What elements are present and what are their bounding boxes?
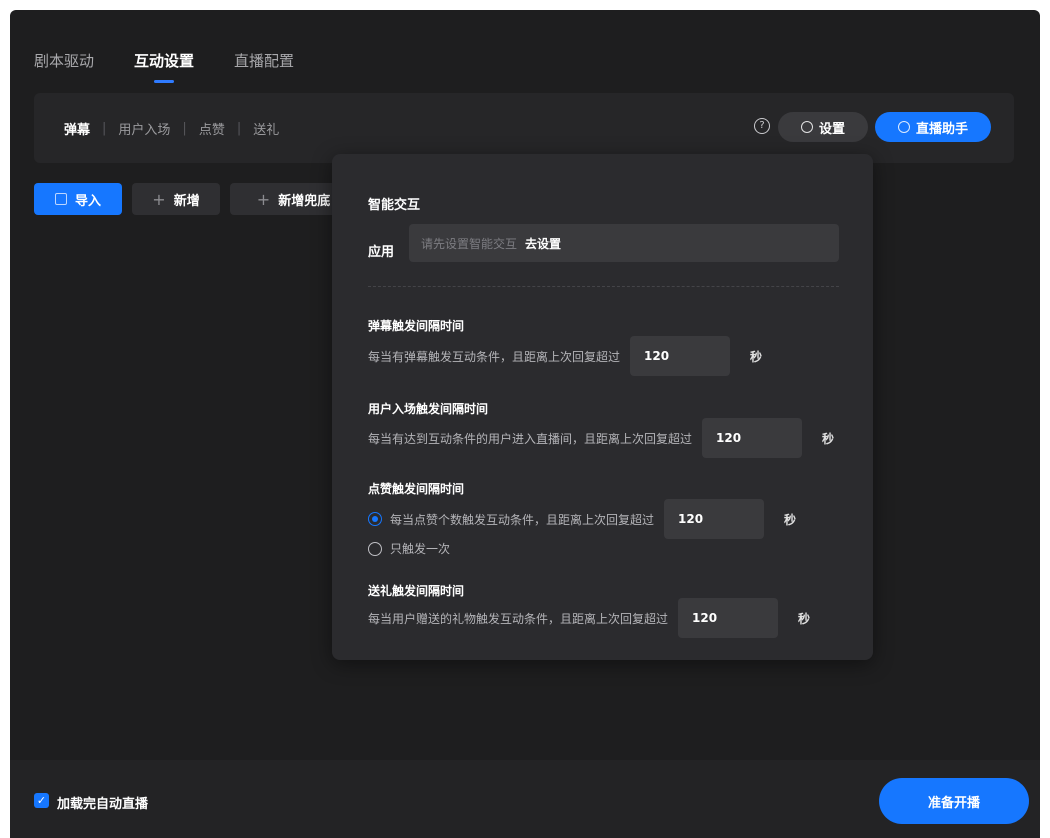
- gear-icon: [897, 121, 910, 133]
- import-icon: [54, 193, 67, 205]
- gear-icon: [800, 121, 813, 133]
- divider: |: [182, 121, 187, 136]
- subtab-like[interactable]: 点赞: [199, 119, 225, 138]
- tab-script-driven[interactable]: 剧本驱动: [34, 50, 94, 71]
- danmu-interval-title: 弹幕触发间隔时间: [368, 319, 465, 333]
- auto-live-label[interactable]: 加载完自动直播: [57, 793, 148, 812]
- like-option-once: 只触发一次: [368, 540, 450, 557]
- panel-title: 智能交互: [368, 198, 421, 213]
- tab-interaction-settings[interactable]: 互动设置: [134, 50, 194, 83]
- live-assistant-button[interactable]: 直播助手: [875, 112, 991, 142]
- footer-bar: ✓ 加载完自动直播 准备开播: [10, 760, 1040, 838]
- like-option-once-label: 只触发一次: [390, 542, 451, 556]
- divider: [368, 286, 839, 287]
- radio-like-interval[interactable]: [368, 512, 382, 526]
- like-interval-title: 点赞触发间隔时间: [368, 482, 465, 496]
- start-live-button[interactable]: 准备开播: [879, 778, 1029, 824]
- danmu-interval-desc: 每当有弹幕触发互动条件，且距离上次回复超过: [368, 349, 621, 364]
- entry-interval-title: 用户入场触发间隔时间: [368, 402, 489, 416]
- gift-interval-unit: 秒: [798, 611, 811, 626]
- like-option-interval-label: 每当点赞个数触发互动条件，且距离上次回复超过: [390, 512, 655, 527]
- entry-interval-unit: 秒: [822, 431, 835, 446]
- interaction-settings-popover: 智能交互 应用 请先设置智能交互 去设置 弹幕触发间隔时间 每当有弹幕触发互动条…: [332, 154, 873, 660]
- auto-live-checkbox[interactable]: ✓: [34, 793, 49, 808]
- gift-interval-input[interactable]: 120: [678, 598, 779, 638]
- apply-field[interactable]: 请先设置智能交互 去设置: [409, 224, 839, 262]
- danmu-interval-input[interactable]: 120: [630, 336, 731, 376]
- tab-live-config[interactable]: 直播配置: [234, 50, 294, 71]
- gift-interval-desc: 每当用户赠送的礼物触发互动条件，且距离上次回复超过: [368, 611, 669, 626]
- app-window: 剧本驱动 互动设置 直播配置 弹幕 | 用户入场 | 点赞 | 送礼 ? 设置 …: [10, 10, 1040, 838]
- action-bar: 导入 + 新增 + 新增兜底（: [34, 183, 370, 215]
- divider: |: [102, 121, 107, 136]
- add-button[interactable]: + 新增: [132, 183, 220, 215]
- plus-icon: +: [256, 189, 271, 209]
- sub-tab-bar: 弹幕 | 用户入场 | 点赞 | 送礼 ? 设置 直播助手: [34, 93, 1014, 163]
- danmu-interval-row: 每当有弹幕触发互动条件，且距离上次回复超过 120 秒: [368, 336, 762, 376]
- gift-interval-title: 送礼触发间隔时间: [368, 584, 465, 598]
- import-button[interactable]: 导入: [34, 183, 122, 215]
- entry-interval-desc: 每当有达到互动条件的用户进入直播间，且距离上次回复超过: [368, 431, 693, 446]
- subtab-gift[interactable]: 送礼: [253, 119, 279, 138]
- radio-like-once[interactable]: [368, 541, 382, 556]
- add-label: 新增: [173, 193, 200, 209]
- entry-interval-input[interactable]: 120: [702, 418, 803, 458]
- apply-placeholder: 请先设置智能交互: [421, 236, 518, 251]
- like-option-interval: 每当点赞个数触发互动条件，且距离上次回复超过 120 秒: [368, 499, 796, 539]
- live-assistant-label: 直播助手: [915, 121, 968, 137]
- settings-button[interactable]: 设置: [778, 112, 868, 142]
- gift-interval-row: 每当用户赠送的礼物触发互动条件，且距离上次回复超过 120 秒: [368, 598, 810, 638]
- plus-icon: +: [152, 189, 166, 209]
- subtab-user-entry[interactable]: 用户入场: [118, 119, 170, 138]
- subtab-danmu[interactable]: 弹幕: [64, 119, 90, 138]
- apply-label: 应用: [368, 245, 395, 260]
- like-interval-input[interactable]: 120: [664, 499, 765, 539]
- entry-interval-row: 每当有达到互动条件的用户进入直播间，且距离上次回复超过 120 秒: [368, 418, 834, 458]
- help-icon[interactable]: ?: [754, 118, 770, 134]
- go-settings-link[interactable]: 去设置: [525, 235, 561, 252]
- divider: |: [236, 121, 242, 136]
- top-tab-bar: 剧本驱动 互动设置 直播配置: [34, 50, 294, 83]
- danmu-interval-unit: 秒: [750, 349, 763, 364]
- import-label: 导入: [74, 193, 101, 209]
- settings-label: 设置: [818, 121, 845, 137]
- like-interval-unit: 秒: [784, 512, 797, 527]
